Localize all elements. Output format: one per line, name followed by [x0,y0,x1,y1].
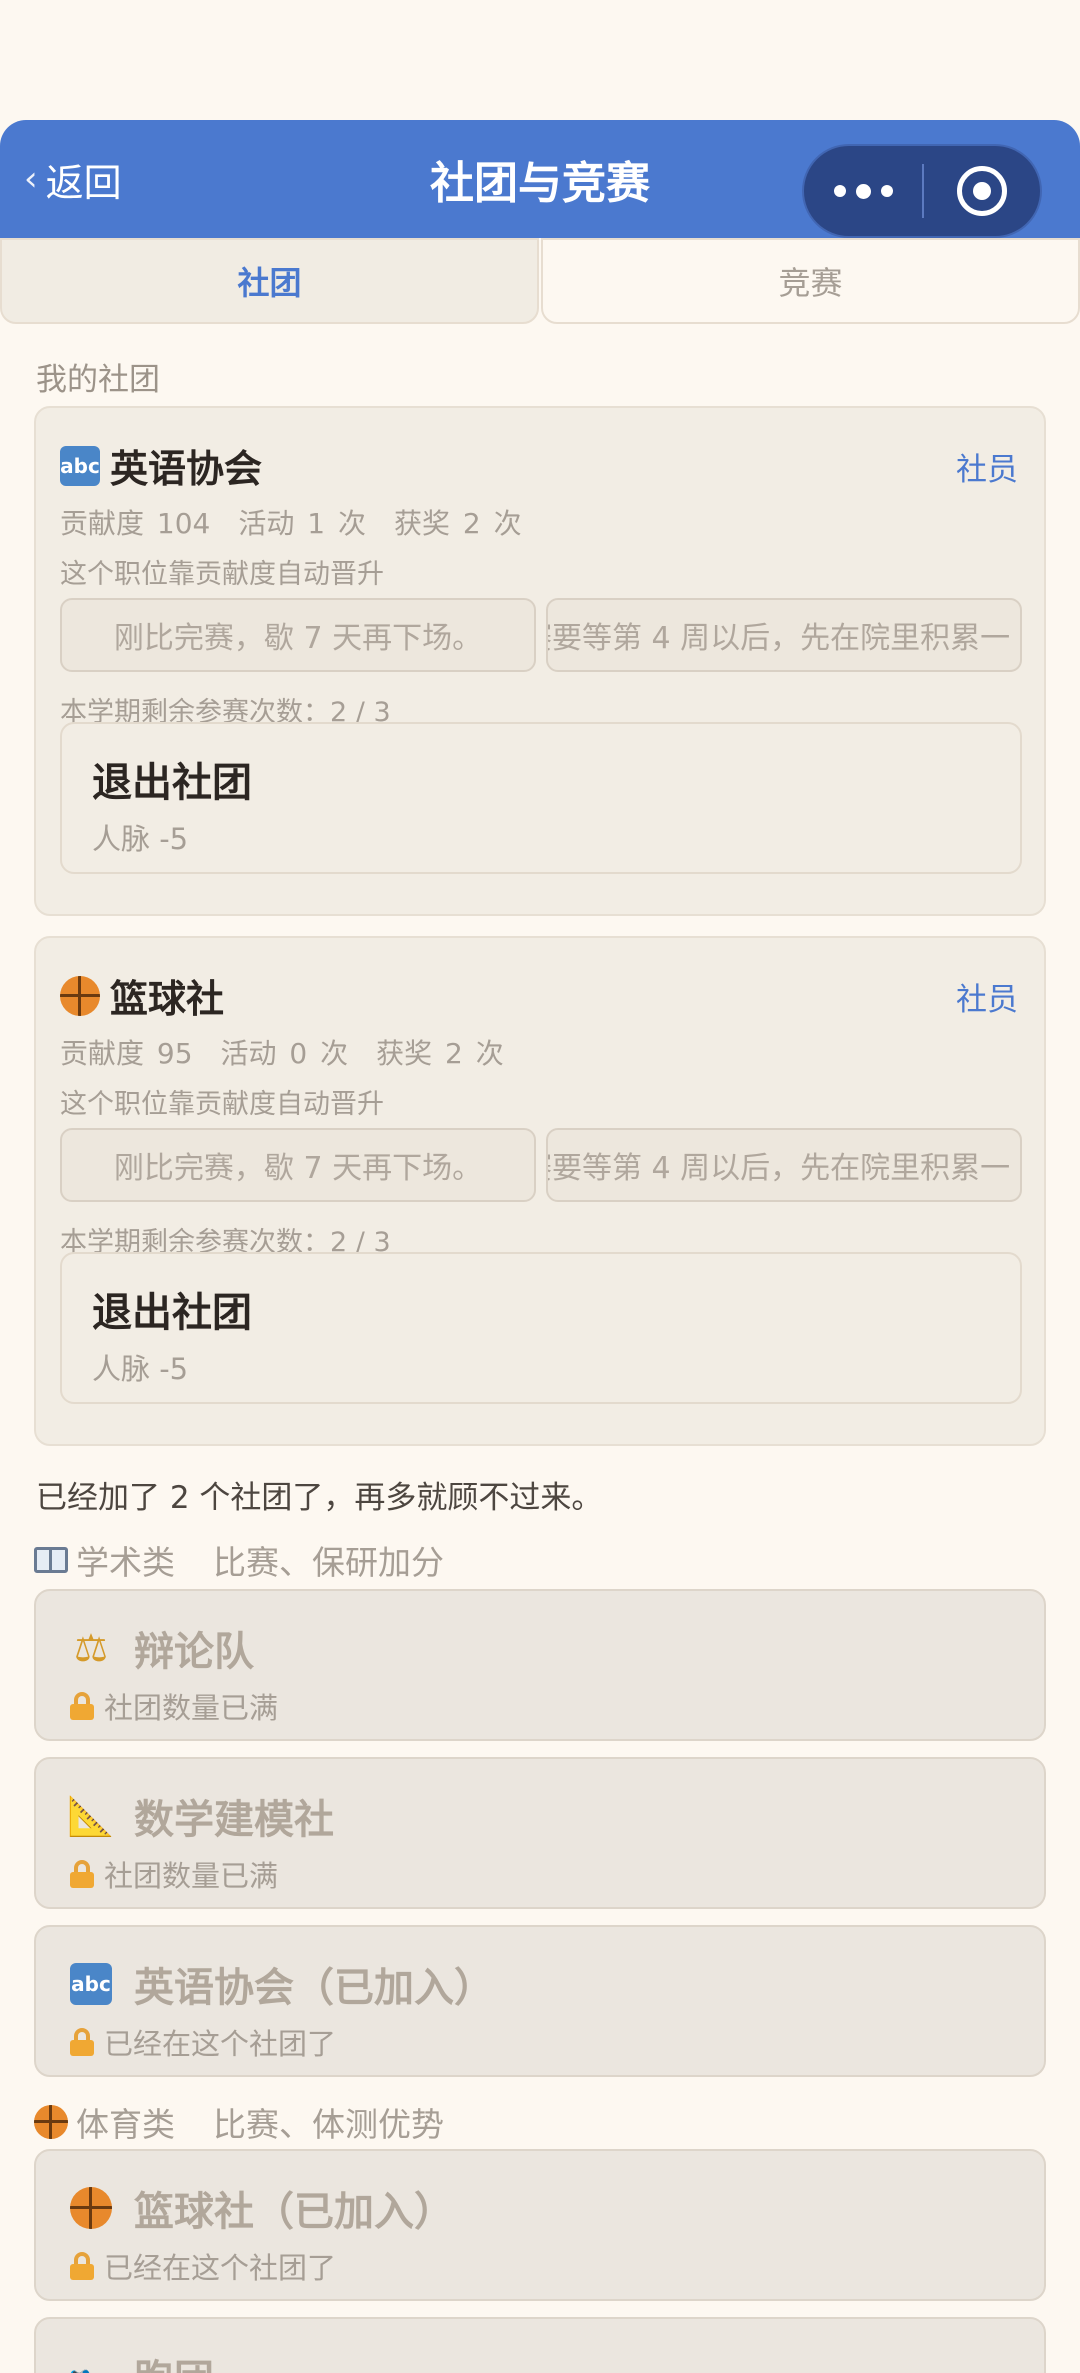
club-option-card[interactable]: ⚖ 辩论队 社团数量已满 [34,1589,1046,1741]
club-option-name: 辩论队 [134,1629,254,1675]
tab-competitions[interactable]: 竞赛 [541,238,1080,324]
club-role: 社员 [956,452,1018,488]
basketball-icon [34,2105,68,2139]
competition-week-button[interactable]: 赛要等第 4 周以后，先在院里积累一 [546,1128,1022,1202]
close-miniprogram-button[interactable] [924,166,1040,216]
club-option-name: 跑团 [134,2347,214,2373]
book-icon [34,1547,68,1573]
club-option-card[interactable]: abc 英语协会（已加入） 已经在这个社团了 [34,1925,1046,2077]
category-academic: 学术类 比赛、保研加分 [34,1536,444,1584]
club-stats: 贡献度 104 活动 1 次获奖 2 次 [60,507,522,540]
club-name: 篮球社 [110,977,225,1021]
my-club-card: abc 英语协会 社员 贡献度 104 活动 1 次获奖 2 次 这个职位靠贡献度… [34,406,1046,916]
quit-cost: 人脉 -5 [92,1352,189,1386]
club-option-card[interactable]: 👟 跑团 [34,2317,1046,2373]
action-row: 刚比完赛，歇 7 天再下场。 赛要等第 4 周以后，先在院里积累一 [60,598,1022,672]
tab-bar: 社团 竞赛 [0,238,1080,324]
club-role: 社员 [956,982,1018,1018]
more-options-button[interactable] [804,146,922,236]
target-icon [957,166,1007,216]
club-option-name: 数学建模社 [134,1797,334,1843]
lock-icon [70,2028,94,2056]
club-option-status: 已经在这个社团了 [104,2027,337,2061]
quit-cost: 人脉 -5 [92,822,189,856]
quit-club-button[interactable]: 退出社团 人脉 -5 [60,722,1022,874]
club-option-card[interactable]: 篮球社（已加入） 已经在这个社团了 [34,2149,1046,2301]
promotion-note: 这个职位靠贡献度自动晋升 [60,1089,384,1120]
club-option-card[interactable]: 📐 数学建模社 社团数量已满 [34,1757,1046,1909]
quit-title: 退出社团 [92,760,252,806]
scale-icon: ⚖ [73,1626,109,1670]
competition-cooldown-button[interactable]: 刚比完赛，歇 7 天再下场。 [60,598,536,672]
basketball-icon [60,975,100,1016]
lock-icon [70,1860,94,1888]
nav-bar: ‹ 返回 社团与竞赛 [0,120,1080,238]
lock-icon [70,1692,94,1720]
competition-week-button[interactable]: 赛要等第 4 周以后，先在院里积累一 [546,598,1022,672]
quit-title: 退出社团 [92,1290,252,1336]
category-sports: 体育类 比赛、体测优势 [34,2098,444,2146]
ruler-icon: 📐 [67,1793,115,1838]
my-clubs-heading: 我的社团 [36,362,160,398]
club-option-name: 英语协会（已加入） [134,1965,494,2011]
club-option-status: 社团数量已满 [104,1691,279,1725]
quit-club-button[interactable]: 退出社团 人脉 -5 [60,1252,1022,1404]
tab-clubs[interactable]: 社团 [0,238,539,324]
club-option-name: 篮球社（已加入） [134,2189,454,2235]
my-club-card: 篮球社 社员 贡献度 95 活动 0 次获奖 2 次 这个职位靠贡献度自动晋升 刚… [34,936,1046,1446]
club-option-status: 社团数量已满 [104,1859,279,1893]
club-limit-notice: 已经加了 2 个社团了，再多就顾不过来。 [36,1480,603,1516]
abc-icon: abc [70,1963,112,2005]
club-name: 英语协会 [110,447,263,491]
lock-icon [70,2252,94,2280]
basketball-icon [70,2187,112,2229]
action-row: 刚比完赛，歇 7 天再下场。 赛要等第 4 周以后，先在院里积累一 [60,1128,1022,1202]
promotion-note: 这个职位靠贡献度自动晋升 [60,559,384,590]
club-option-status: 已经在这个社团了 [104,2251,337,2285]
mini-program-capsule [802,144,1042,238]
shoe-icon: 👟 [67,2354,114,2373]
more-dots-icon [833,185,846,197]
club-stats: 贡献度 95 活动 0 次获奖 2 次 [60,1037,504,1070]
abc-icon: abc [60,445,100,486]
competition-cooldown-button[interactable]: 刚比完赛，歇 7 天再下场。 [60,1128,536,1202]
